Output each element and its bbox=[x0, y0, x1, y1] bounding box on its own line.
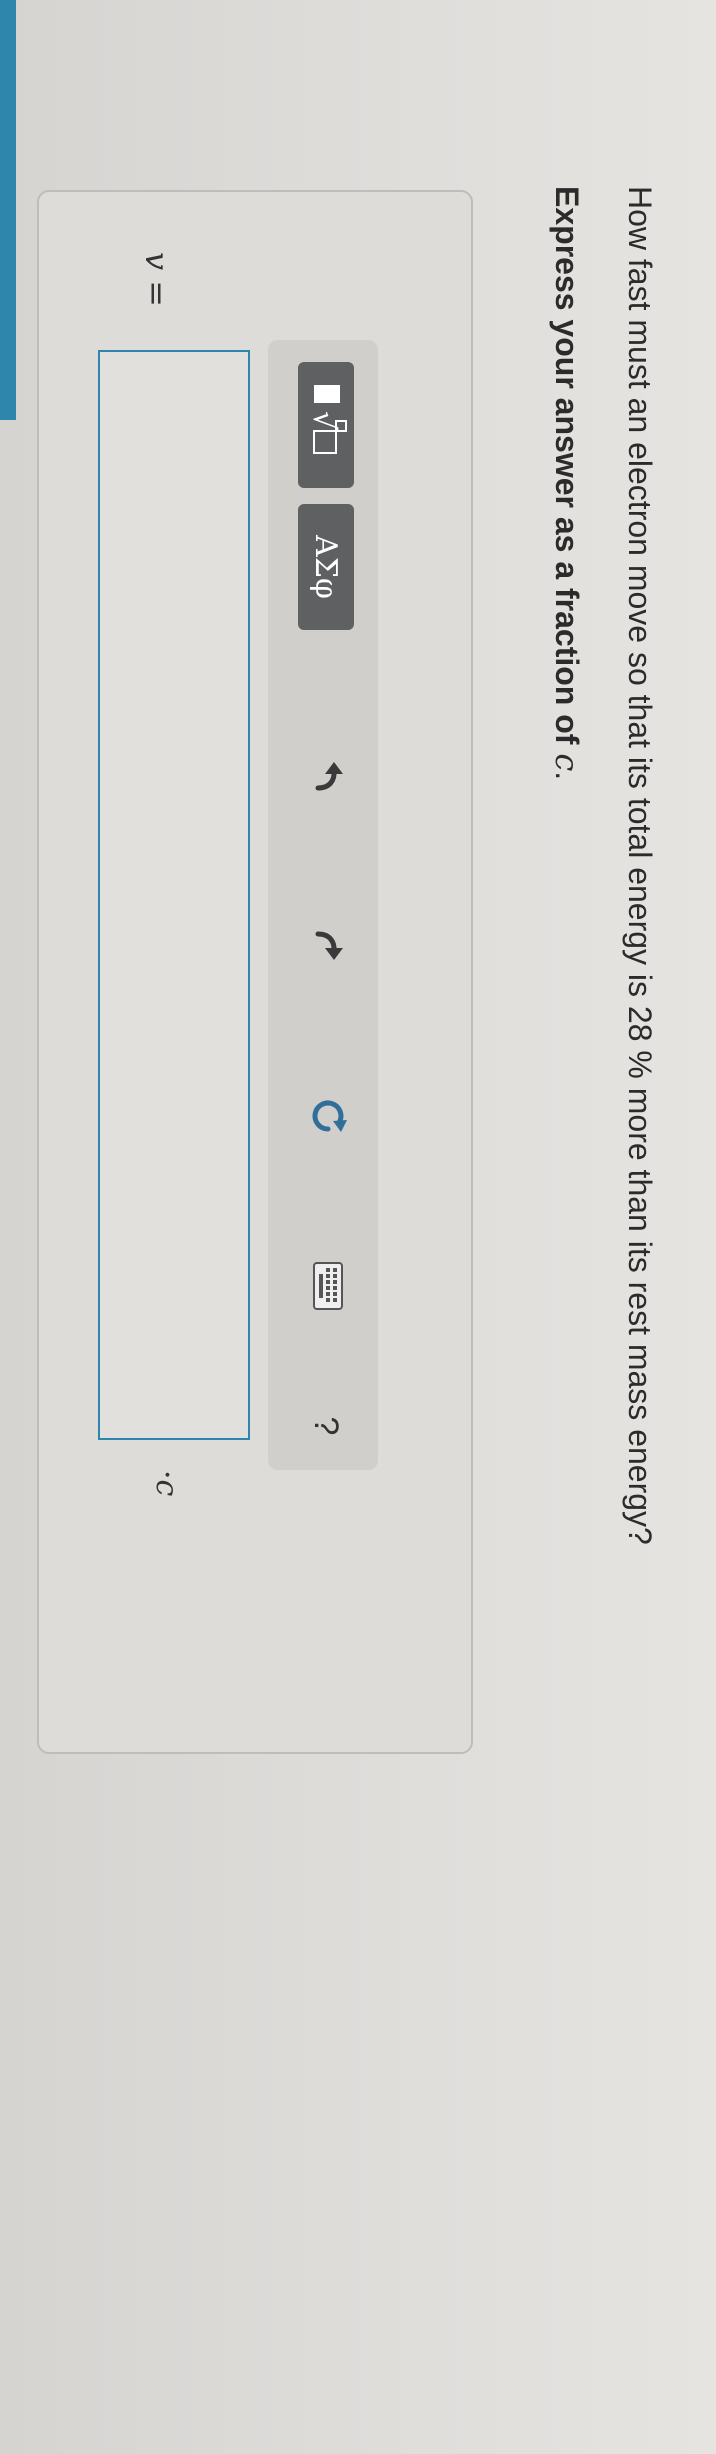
reset-button[interactable] bbox=[298, 1088, 354, 1144]
unit-dot: · bbox=[149, 1470, 184, 1480]
undo-button[interactable] bbox=[298, 748, 354, 804]
instruction-text: Express your answer as a fraction of bbox=[549, 186, 585, 745]
instruction-variable: c bbox=[548, 753, 586, 772]
math-toolbar: √ ΑΣφ ? bbox=[268, 340, 378, 1470]
redo-arrow-icon bbox=[304, 926, 349, 966]
question-page: How fast must an electron move so that i… bbox=[0, 0, 716, 2454]
help-button[interactable]: ? bbox=[298, 1398, 354, 1454]
keyboard-icon bbox=[307, 1261, 346, 1311]
redo-button[interactable] bbox=[298, 918, 354, 974]
fraction-sqrt-template-icon: √ bbox=[304, 381, 349, 469]
question-text: How fast must an electron move so that i… bbox=[622, 186, 658, 1545]
reset-circular-arrow-icon bbox=[302, 1094, 351, 1138]
answer-input[interactable] bbox=[98, 350, 250, 1440]
instruction-period: . bbox=[549, 771, 585, 781]
keyboard-button[interactable] bbox=[298, 1258, 354, 1314]
unit-variable: c bbox=[149, 1479, 184, 1497]
answer-variable: v bbox=[138, 252, 176, 271]
answer-variable-label: v = bbox=[138, 252, 176, 307]
answer-unit-label: ·c bbox=[149, 1470, 184, 1496]
answer-equals: = bbox=[138, 280, 176, 308]
undo-arrow-icon bbox=[304, 756, 349, 796]
greek-symbols-button[interactable]: ΑΣφ bbox=[298, 504, 354, 630]
answer-instruction: Express your answer as a fraction of c. bbox=[548, 186, 586, 780]
accent-bar bbox=[0, 0, 16, 420]
templates-button[interactable]: √ bbox=[298, 362, 354, 488]
